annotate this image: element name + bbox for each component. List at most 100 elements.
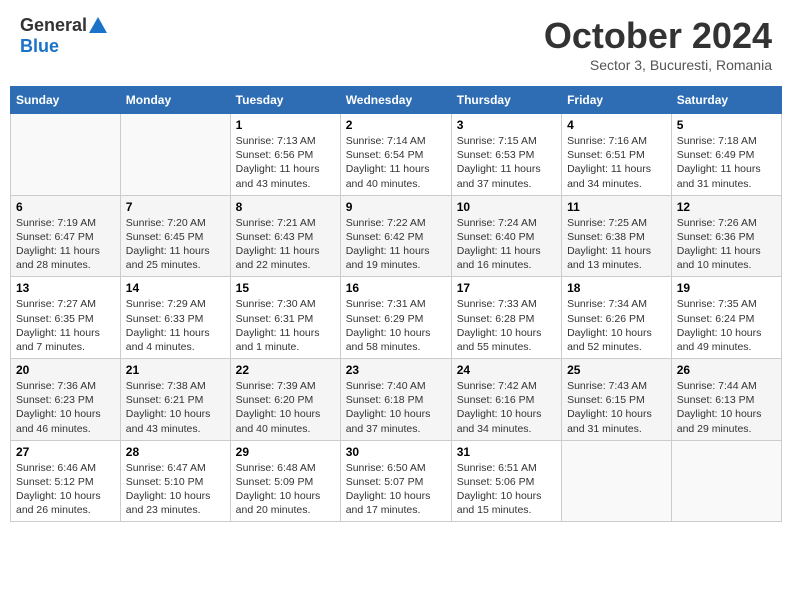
calendar-cell: 24 Sunrise: 7:42 AM Sunset: 6:16 PM Dayli… — [451, 359, 561, 441]
calendar-week-row: 13 Sunrise: 7:27 AM Sunset: 6:35 PM Dayli… — [11, 277, 782, 359]
day-info: Sunrise: 7:38 AM Sunset: 6:21 PM Dayligh… — [126, 379, 225, 436]
day-number: 24 — [457, 363, 556, 377]
calendar-cell — [11, 114, 121, 196]
calendar-cell: 26 Sunrise: 7:44 AM Sunset: 6:13 PM Dayli… — [671, 359, 781, 441]
page-header: General Blue October 2024 Sector 3, Bucu… — [10, 10, 782, 78]
day-info: Sunrise: 6:47 AM Sunset: 5:10 PM Dayligh… — [126, 461, 225, 518]
calendar-cell: 7 Sunrise: 7:20 AM Sunset: 6:45 PM Daylig… — [120, 195, 230, 277]
day-number: 6 — [16, 200, 115, 214]
calendar-cell — [562, 440, 672, 522]
day-info: Sunrise: 6:48 AM Sunset: 5:09 PM Dayligh… — [236, 461, 335, 518]
column-header-saturday: Saturday — [671, 87, 781, 114]
day-number: 23 — [346, 363, 446, 377]
calendar-cell — [671, 440, 781, 522]
day-info: Sunrise: 7:19 AM Sunset: 6:47 PM Dayligh… — [16, 216, 115, 273]
column-header-friday: Friday — [562, 87, 672, 114]
calendar-cell: 21 Sunrise: 7:38 AM Sunset: 6:21 PM Dayli… — [120, 359, 230, 441]
month-title: October 2024 — [544, 15, 772, 57]
day-number: 29 — [236, 445, 335, 459]
calendar-cell: 1 Sunrise: 7:13 AM Sunset: 6:56 PM Daylig… — [230, 114, 340, 196]
day-number: 27 — [16, 445, 115, 459]
column-header-monday: Monday — [120, 87, 230, 114]
calendar-cell: 2Sunrise: 7:14 AM Sunset: 6:54 PM Daylig… — [340, 114, 451, 196]
day-number: 21 — [126, 363, 225, 377]
calendar-week-row: 20 Sunrise: 7:36 AM Sunset: 6:23 PM Dayli… — [11, 359, 782, 441]
day-info: Sunrise: 7:21 AM Sunset: 6:43 PM Dayligh… — [236, 216, 335, 273]
column-header-sunday: Sunday — [11, 87, 121, 114]
day-info: Sunrise: 7:15 AM Sunset: 6:53 PM Dayligh… — [457, 134, 556, 191]
calendar-cell: 16 Sunrise: 7:31 AM Sunset: 6:29 PM Dayli… — [340, 277, 451, 359]
day-number: 20 — [16, 363, 115, 377]
day-number: 14 — [126, 281, 225, 295]
day-info: Sunrise: 7:31 AM Sunset: 6:29 PM Dayligh… — [346, 297, 446, 354]
day-info: Sunrise: 7:27 AM Sunset: 6:35 PM Dayligh… — [16, 297, 115, 354]
day-info: Sunrise: 7:33 AM Sunset: 6:28 PM Dayligh… — [457, 297, 556, 354]
day-number: 1 — [236, 118, 335, 132]
day-number: 15 — [236, 281, 335, 295]
day-info: Sunrise: 7:29 AM Sunset: 6:33 PM Dayligh… — [126, 297, 225, 354]
column-header-thursday: Thursday — [451, 87, 561, 114]
calendar-cell: 27 Sunrise: 6:46 AM Sunset: 5:12 PM Dayli… — [11, 440, 121, 522]
calendar-cell: 29 Sunrise: 6:48 AM Sunset: 5:09 PM Dayli… — [230, 440, 340, 522]
logo-triangle-icon — [89, 17, 107, 33]
calendar-cell: 12Sunrise: 7:26 AM Sunset: 6:36 PM Dayli… — [671, 195, 781, 277]
day-info: Sunrise: 6:50 AM Sunset: 5:07 PM Dayligh… — [346, 461, 446, 518]
day-number: 31 — [457, 445, 556, 459]
calendar-header-row: SundayMondayTuesdayWednesdayThursdayFrid… — [11, 87, 782, 114]
calendar-cell — [120, 114, 230, 196]
calendar-week-row: 27 Sunrise: 6:46 AM Sunset: 5:12 PM Dayli… — [11, 440, 782, 522]
day-number: 9 — [346, 200, 446, 214]
day-number: 30 — [346, 445, 446, 459]
calendar-cell: 25Sunrise: 7:43 AM Sunset: 6:15 PM Dayli… — [562, 359, 672, 441]
calendar-cell: 20 Sunrise: 7:36 AM Sunset: 6:23 PM Dayli… — [11, 359, 121, 441]
day-info: Sunrise: 7:39 AM Sunset: 6:20 PM Dayligh… — [236, 379, 335, 436]
day-info: Sunrise: 6:51 AM Sunset: 5:06 PM Dayligh… — [457, 461, 556, 518]
calendar-cell: 31 Sunrise: 6:51 AM Sunset: 5:06 PM Dayli… — [451, 440, 561, 522]
day-info: Sunrise: 7:25 AM Sunset: 6:38 PM Dayligh… — [567, 216, 666, 273]
calendar-week-row: 1 Sunrise: 7:13 AM Sunset: 6:56 PM Daylig… — [11, 114, 782, 196]
day-number: 5 — [677, 118, 776, 132]
day-info: Sunrise: 7:24 AM Sunset: 6:40 PM Dayligh… — [457, 216, 556, 273]
day-number: 28 — [126, 445, 225, 459]
day-info: Sunrise: 7:20 AM Sunset: 6:45 PM Dayligh… — [126, 216, 225, 273]
day-number: 2 — [346, 118, 446, 132]
day-number: 17 — [457, 281, 556, 295]
calendar-cell: 19Sunrise: 7:35 AM Sunset: 6:24 PM Dayli… — [671, 277, 781, 359]
day-info: Sunrise: 7:16 AM Sunset: 6:51 PM Dayligh… — [567, 134, 666, 191]
day-info: Sunrise: 7:34 AM Sunset: 6:26 PM Dayligh… — [567, 297, 666, 354]
day-number: 7 — [126, 200, 225, 214]
day-number: 10 — [457, 200, 556, 214]
day-number: 16 — [346, 281, 446, 295]
calendar-cell: 17 Sunrise: 7:33 AM Sunset: 6:28 PM Dayli… — [451, 277, 561, 359]
day-number: 13 — [16, 281, 115, 295]
calendar-cell: 13 Sunrise: 7:27 AM Sunset: 6:35 PM Dayli… — [11, 277, 121, 359]
day-number: 26 — [677, 363, 776, 377]
day-info: Sunrise: 7:35 AM Sunset: 6:24 PM Dayligh… — [677, 297, 776, 354]
day-info: Sunrise: 7:42 AM Sunset: 6:16 PM Dayligh… — [457, 379, 556, 436]
day-info: Sunrise: 7:13 AM Sunset: 6:56 PM Dayligh… — [236, 134, 335, 191]
calendar-cell: 3 Sunrise: 7:15 AM Sunset: 6:53 PM Daylig… — [451, 114, 561, 196]
day-number: 3 — [457, 118, 556, 132]
calendar-table: SundayMondayTuesdayWednesdayThursdayFrid… — [10, 86, 782, 522]
calendar-cell: 14 Sunrise: 7:29 AM Sunset: 6:33 PM Dayli… — [120, 277, 230, 359]
calendar-cell: 6 Sunrise: 7:19 AM Sunset: 6:47 PM Daylig… — [11, 195, 121, 277]
day-info: Sunrise: 7:30 AM Sunset: 6:31 PM Dayligh… — [236, 297, 335, 354]
day-number: 18 — [567, 281, 666, 295]
calendar-cell: 23 Sunrise: 7:40 AM Sunset: 6:18 PM Dayli… — [340, 359, 451, 441]
day-number: 8 — [236, 200, 335, 214]
calendar-cell: 18 Sunrise: 7:34 AM Sunset: 6:26 PM Dayli… — [562, 277, 672, 359]
day-info: Sunrise: 6:46 AM Sunset: 5:12 PM Dayligh… — [16, 461, 115, 518]
day-info: Sunrise: 7:43 AM Sunset: 6:15 PM Dayligh… — [567, 379, 666, 436]
calendar-cell: 22 Sunrise: 7:39 AM Sunset: 6:20 PM Dayli… — [230, 359, 340, 441]
calendar-cell: 10 Sunrise: 7:24 AM Sunset: 6:40 PM Dayli… — [451, 195, 561, 277]
calendar-cell: 28 Sunrise: 6:47 AM Sunset: 5:10 PM Dayli… — [120, 440, 230, 522]
calendar-cell: 11Sunrise: 7:25 AM Sunset: 6:38 PM Dayli… — [562, 195, 672, 277]
day-info: Sunrise: 7:40 AM Sunset: 6:18 PM Dayligh… — [346, 379, 446, 436]
title-area: October 2024 Sector 3, Bucuresti, Romani… — [544, 15, 772, 73]
day-info: Sunrise: 7:36 AM Sunset: 6:23 PM Dayligh… — [16, 379, 115, 436]
day-number: 22 — [236, 363, 335, 377]
calendar-cell: 15 Sunrise: 7:30 AM Sunset: 6:31 PM Dayli… — [230, 277, 340, 359]
day-info: Sunrise: 7:44 AM Sunset: 6:13 PM Dayligh… — [677, 379, 776, 436]
logo-general-text: General — [20, 15, 87, 36]
column-header-tuesday: Tuesday — [230, 87, 340, 114]
